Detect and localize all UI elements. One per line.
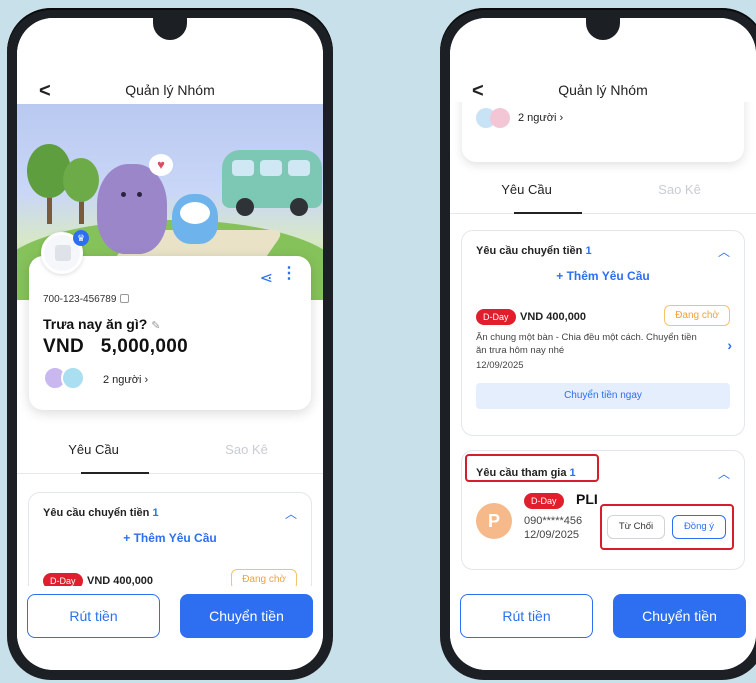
screen-left: < Quản lý Nhóm ♥ ♛ ⋖ ⋮ 700-123-456789 Tr… <box>17 18 323 670</box>
section-title: Yêu cầu chuyển tiền 1 <box>43 507 159 519</box>
section-title-text: Yêu cầu chuyển tiền <box>476 245 583 257</box>
phone-frame-right: 2 người › < Quản lý Nhóm Yêu Cầu Sao Kê … <box>440 8 756 680</box>
highlight-action-buttons <box>600 504 734 550</box>
transfer-request-section: Yêu cầu chuyển tiền 1 ︿ + Thêm Yêu Cầu D… <box>461 230 745 436</box>
bottom-action-bar: Rút tiền Chuyển tiền <box>450 586 756 670</box>
chevron-right-icon: › <box>559 112 564 124</box>
owl-mascot-icon <box>172 194 218 244</box>
bottom-action-bar: Rút tiền Chuyển tiền <box>17 586 323 670</box>
phone-frame-left: < Quản lý Nhóm ♥ ♛ ⋖ ⋮ 700-123-456789 Tr… <box>7 8 333 680</box>
tab-requests[interactable]: Yêu Cầu <box>17 442 170 457</box>
page-title: Quản lý Nhóm <box>125 82 215 98</box>
share-icon[interactable]: ⋖ <box>260 268 273 288</box>
active-tab-indicator <box>514 212 582 214</box>
active-tab-indicator <box>81 472 149 474</box>
pencil-icon[interactable]: ✎ <box>151 320 160 332</box>
section-title-text: Yêu cầu chuyển tiền <box>43 507 150 519</box>
chevron-up-icon[interactable]: ︿ <box>718 465 730 482</box>
account-number-text: 700-123-456789 <box>43 294 117 305</box>
withdraw-button[interactable]: Rút tiền <box>460 594 593 638</box>
members-count-text: 2 người <box>103 374 142 386</box>
group-balance: VND 5,000,000 <box>43 336 188 357</box>
member-avatar <box>490 108 510 128</box>
heart-icon: ♥ <box>149 154 173 176</box>
member-avatar <box>61 366 85 390</box>
page-title: Quản lý Nhóm <box>558 82 648 98</box>
tab-bar: Yêu Cầu Sao Kê <box>450 168 756 214</box>
purple-mascot-icon <box>97 164 167 254</box>
transfer-button[interactable]: Chuyển tiền <box>613 594 746 638</box>
group-name-text: Trưa nay ăn gì? <box>43 316 148 332</box>
screen-right: 2 người › < Quản lý Nhóm Yêu Cầu Sao Kê … <box>450 18 756 670</box>
request-amount: VND 400,000 <box>520 311 587 323</box>
chevron-up-icon[interactable]: ︿ <box>285 505 297 522</box>
chevron-right-icon[interactable]: › <box>727 337 732 353</box>
group-name: Trưa nay ăn gì? ✎ <box>43 316 161 332</box>
tab-statement[interactable]: Sao Kê <box>603 182 756 197</box>
crown-icon: ♛ <box>73 230 89 246</box>
members-count[interactable]: 2 người › <box>518 112 563 124</box>
status-badge: Đang chờ <box>664 305 730 326</box>
account-number: 700-123-456789 <box>43 294 130 305</box>
chevron-right-icon: › <box>144 374 149 386</box>
user-avatar: P <box>476 503 512 539</box>
members-count-text: 2 người <box>518 112 557 124</box>
more-vertical-icon[interactable]: ⋮ <box>281 266 297 282</box>
user-name: PLI <box>576 491 598 507</box>
members-row[interactable]: 2 người › <box>43 366 243 394</box>
transfer-button[interactable]: Chuyển tiền <box>180 594 313 638</box>
section-count: 1 <box>152 507 159 519</box>
tab-requests[interactable]: Yêu Cầu <box>450 182 603 197</box>
add-request-button[interactable]: + Thêm Yêu Cầu <box>29 531 311 545</box>
request-date: 12/09/2025 <box>524 529 580 541</box>
transfer-now-button[interactable]: Chuyển tiền ngay <box>476 383 730 409</box>
request-description: Ăn chung một bàn - Chia đều một cách. Ch… <box>476 332 697 356</box>
members-count: 2 người › <box>103 374 148 386</box>
dday-badge: D-Day <box>524 493 564 509</box>
tab-bar: Yêu Cầu Sao Kê <box>17 428 323 474</box>
user-phone: 090*****456 <box>524 515 583 527</box>
withdraw-button[interactable]: Rút tiền <box>27 594 160 638</box>
dday-badge: D-Day <box>476 309 516 325</box>
chevron-up-icon[interactable]: ︿ <box>718 243 730 260</box>
section-count: 1 <box>585 245 592 257</box>
highlight-join-title <box>465 454 599 482</box>
van-icon <box>222 150 322 216</box>
tab-statement[interactable]: Sao Kê <box>170 442 323 457</box>
request-date: 12/09/2025 <box>476 360 524 371</box>
copy-icon[interactable] <box>120 294 130 303</box>
add-request-button[interactable]: + Thêm Yêu Cầu <box>462 269 744 283</box>
group-info-card: ⋖ ⋮ 700-123-456789 Trưa nay ăn gì? ✎ VND … <box>29 256 311 410</box>
section-title: Yêu cầu chuyển tiền 1 <box>476 245 592 257</box>
